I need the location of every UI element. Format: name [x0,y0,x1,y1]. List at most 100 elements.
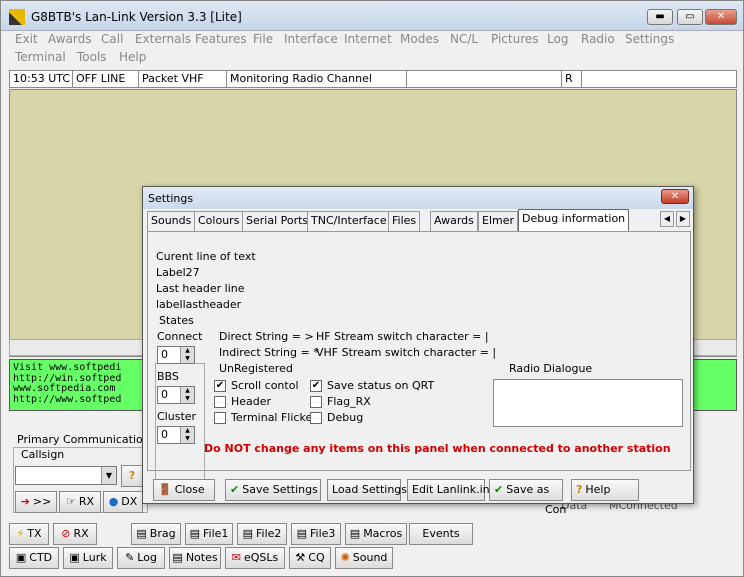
tab-colours[interactable]: Colours [194,211,244,231]
help-button[interactable]: ? Help [571,479,639,501]
spin-up-icon[interactable]: ▲ [180,347,194,355]
file3-button[interactable]: ▤ File3 [291,523,341,545]
vhf-switch-label: VHF Stream switch character = | [316,346,497,359]
hand-icon: ☞ [65,495,76,508]
menu-terminal[interactable]: Terminal [15,50,66,64]
flag-rx-label: Flag_RX [327,395,371,408]
save-settings-button[interactable]: ✔ Save Settings [225,479,321,501]
close-button[interactable]: ✕ [705,9,737,25]
send-button[interactable]: ➔ >> [15,491,57,513]
sound-button[interactable]: ✺ Sound [335,547,393,569]
edit-lanlink-button[interactable]: Edit Lanlink.ini [407,479,493,501]
scroll-label: Scroll contol [231,379,299,392]
tab-sounds[interactable]: Sounds [147,211,196,231]
title-bar: G8BTB's Lan-Link Version 3.3 [Lite] ▬ ▭ … [1,1,743,31]
flag-rx-checkbox[interactable] [310,396,322,408]
spin-down-icon[interactable]: ▼ [180,355,194,363]
pencil-icon: ✎ [125,551,135,564]
cq-button[interactable]: ⚒ CQ [289,547,331,569]
door-icon: 🚪 [158,483,172,496]
status-empty [407,71,562,87]
cluster-label: Cluster [157,410,197,423]
terminal-flicker-checkbox[interactable] [214,412,226,424]
menu-log[interactable]: Log [547,32,568,46]
file1-button[interactable]: ▤ File1 [185,523,233,545]
rx-button[interactable]: ⊘ RX [53,523,97,545]
menu-settings[interactable]: Settings [625,32,674,46]
speaker-icon: ✺ [340,551,350,564]
tab-awards[interactable]: Awards [430,211,478,231]
menu-features[interactable]: Features [195,32,247,46]
menu-pictures[interactable]: Pictures [491,32,539,46]
save-as-button[interactable]: ✔ Save as [489,479,563,501]
app-icon [9,9,25,25]
menu-tools[interactable]: Tools [77,50,107,64]
states-label: States [158,314,195,327]
dx-button[interactable]: ● DX [103,491,143,513]
debug-checkbox[interactable] [310,412,322,424]
document-icon: ▤ [296,527,307,540]
status-time: 10:53 UTC [10,71,73,87]
dialog-close-button[interactable]: ✕ [661,189,689,204]
tab-scroll-right-icon[interactable]: ▶ [676,211,690,227]
macros-button[interactable]: ▤ Macros [345,523,407,545]
notes-button[interactable]: ▤ Notes [169,547,221,569]
last-header-label: Last header line [156,282,245,295]
tab-elmer[interactable]: Elmer [478,211,519,231]
spin-down-icon[interactable]: ▼ [180,435,194,443]
events-button[interactable]: Events [409,523,473,545]
log-button[interactable]: ✎ Log [117,547,165,569]
help-icon[interactable]: ? [121,465,143,487]
status-band: Packet VHF [139,71,227,87]
file2-button[interactable]: ▤ File2 [237,523,287,545]
cluster-spinner[interactable]: 0 ▲ ▼ [157,426,195,444]
menu-radio[interactable]: Radio [581,32,615,46]
tab-files[interactable]: Files [388,211,421,231]
menu-file[interactable]: File [253,32,273,46]
load-settings-button[interactable]: Load Settings [327,479,407,501]
eqsls-button[interactable]: ✉ eQSLs [225,547,285,569]
connect-label: Connect [157,330,203,343]
tab-serial-ports[interactable]: Serial Ports [242,211,313,231]
header-checkbox[interactable] [214,396,226,408]
dialog-close-btn[interactable]: 🚪 Close [153,479,215,501]
menu-help[interactable]: Help [119,50,146,64]
save-status-checkbox[interactable]: ✔ [310,380,322,392]
indirect-string-label: Indirect String = * [219,346,319,359]
floppy-icon: ▣ [15,551,27,564]
brag-button[interactable]: ▤ Brag [131,523,181,545]
no-entry-icon: ⊘ [61,527,71,540]
tab-scroll-left-icon[interactable]: ◀ [660,211,674,227]
settings-tabs: Sounds Colours Serial Ports TNC/Interfac… [147,209,692,231]
minimize-button[interactable]: ▬ [647,9,673,25]
window-title: G8BTB's Lan-Link Version 3.3 [Lite] [31,10,242,24]
floppy-icon: ▣ [69,551,80,564]
connect-spinner[interactable]: 0 ▲ ▼ [157,346,195,364]
menu-externals[interactable]: Externals [135,32,191,46]
tab-debug-information[interactable]: Debug information [518,209,630,231]
tab-tnc-interface[interactable]: TNC/Interface [307,211,391,231]
lurk-button[interactable]: ▣ Lurk [63,547,113,569]
radio-dialogue-box[interactable] [493,379,683,427]
checkmark-icon: ✔ [494,483,504,496]
spin-up-icon[interactable]: ▲ [180,427,194,435]
terminal-flicker-label: Terminal Flicker [231,411,317,424]
label-last-header: labellastheader [156,298,242,311]
callsign-combo[interactable]: ▼ [15,466,117,485]
rx-left-button[interactable]: ☞ RX [59,491,101,513]
maximize-button[interactable]: ▭ [677,9,703,25]
menu-interface[interactable]: Interface [284,32,338,46]
menu-modes[interactable]: Modes [400,32,439,46]
menu-internet[interactable]: Internet [344,32,392,46]
menu-ncl[interactable]: NC/L [450,32,478,46]
menu-call[interactable]: Call [101,32,123,46]
spin-down-icon[interactable]: ▼ [180,395,194,403]
tx-button[interactable]: ⚡ TX [9,523,49,545]
menu-exit[interactable]: Exit [15,32,38,46]
menu-awards[interactable]: Awards [48,32,91,46]
chevron-down-icon[interactable]: ▼ [101,467,116,484]
scroll-checkbox[interactable]: ✔ [214,380,226,392]
spin-up-icon[interactable]: ▲ [180,387,194,395]
bbs-spinner[interactable]: 0 ▲ ▼ [157,386,195,404]
ctd-button[interactable]: ▣ CTD [9,547,59,569]
